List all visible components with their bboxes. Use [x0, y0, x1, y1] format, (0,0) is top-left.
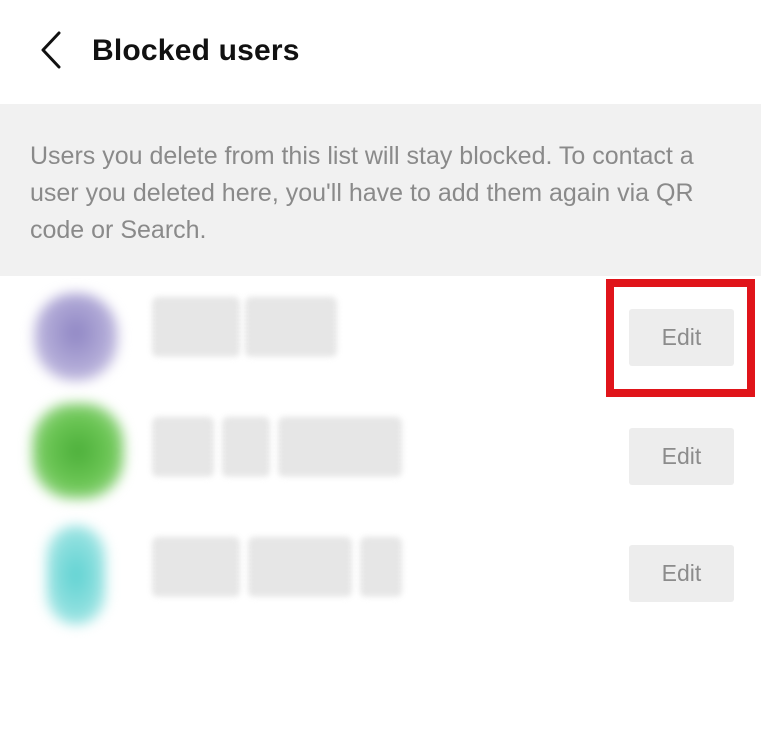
- info-banner: Users you delete from this list will sta…: [0, 104, 761, 276]
- blurred-username: [360, 537, 402, 597]
- blurred-username: [152, 297, 240, 357]
- chevron-left-icon: [40, 31, 62, 74]
- blurred-username: [248, 537, 352, 597]
- edit-button[interactable]: Edit: [629, 428, 734, 485]
- blocked-users-screen: Blocked users Users you delete from this…: [0, 0, 761, 742]
- list-item[interactable]: Edit: [0, 515, 761, 633]
- header: Blocked users: [0, 0, 761, 104]
- back-button[interactable]: [28, 28, 74, 76]
- blurred-username: [278, 417, 402, 477]
- blurred-username: [152, 417, 214, 477]
- page-title: Blocked users: [92, 34, 300, 67]
- blurred-username: [245, 297, 337, 357]
- list-item[interactable]: Edit: [0, 397, 761, 515]
- avatar: [32, 403, 124, 499]
- blurred-username: [222, 417, 270, 477]
- edit-button[interactable]: Edit: [629, 545, 734, 602]
- info-text: Users you delete from this list will sta…: [30, 142, 694, 244]
- avatar: [46, 525, 106, 625]
- highlight-box: [606, 279, 755, 397]
- avatar: [34, 293, 118, 381]
- blurred-username: [152, 537, 240, 597]
